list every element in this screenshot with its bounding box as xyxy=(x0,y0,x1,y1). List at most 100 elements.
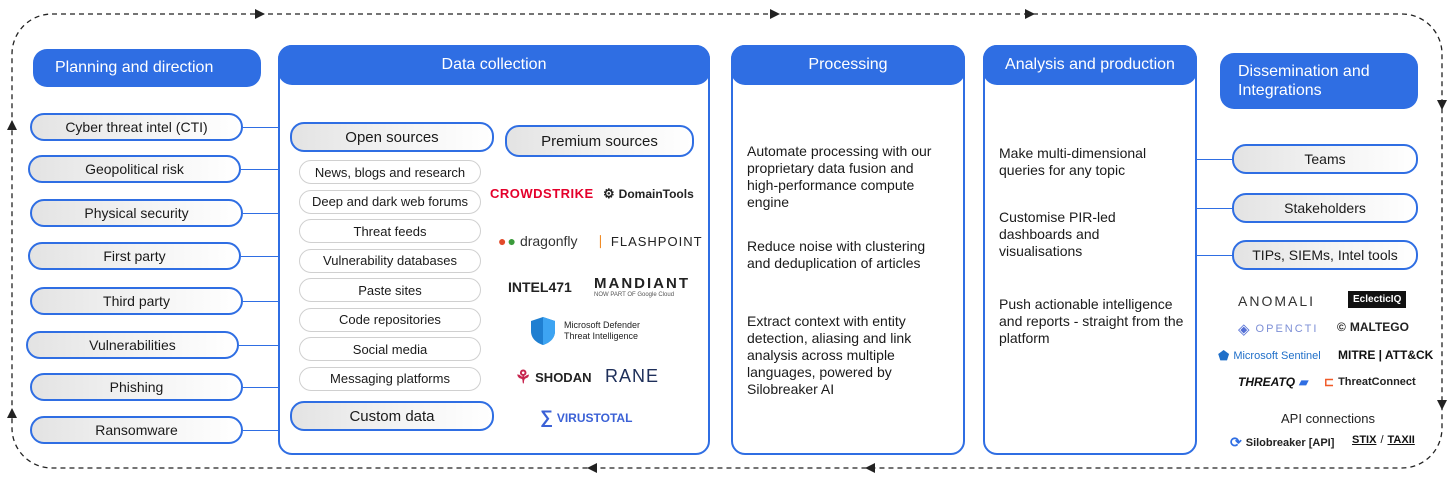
gear-icon: ⚙ xyxy=(603,186,615,201)
dissemination-item-label: TIPs, SIEMs, Intel tools xyxy=(1252,247,1398,263)
dissemination-title-line2: Integrations xyxy=(1238,82,1322,99)
connector-line xyxy=(243,301,278,302)
dissemination-item: Stakeholders xyxy=(1232,193,1418,223)
planning-item: Phishing xyxy=(30,373,243,401)
dissemination-title-line1: Dissemination and xyxy=(1238,63,1370,80)
open-source-item: News, blogs and research xyxy=(299,160,481,184)
maltego-logo: © MALTEGO xyxy=(1337,320,1409,334)
connector-line xyxy=(243,430,278,431)
processing-paragraph: Automate processing with our proprietary… xyxy=(747,143,932,210)
defender-sub-label: Threat Intelligence xyxy=(564,331,639,341)
connector-line xyxy=(241,169,278,170)
connector-line xyxy=(1197,255,1232,256)
data-collection-title: Data collection xyxy=(441,56,547,73)
dissemination-item: Teams xyxy=(1232,144,1418,174)
silobreaker-icon: ⟳ xyxy=(1230,434,1242,450)
mandiant-logo: MANDIANT NOW PART OF Google Cloud xyxy=(594,275,690,298)
open-source-label: Paste sites xyxy=(358,282,422,298)
premium-sources-label: Premium sources xyxy=(541,132,658,150)
open-source-item: Vulnerability databases xyxy=(299,248,481,273)
stix-taxii-logo: STIX / TAXII xyxy=(1352,434,1415,446)
mandiant-label: MANDIANT xyxy=(594,275,690,292)
arrow-right-icon xyxy=(255,9,265,19)
microsoft-sentinel-logo: ⬟ Microsoft Sentinel xyxy=(1218,348,1321,364)
opencti-label: OPENCTI xyxy=(1255,323,1319,335)
opencti-logo: ◈ OPENCTI xyxy=(1238,320,1318,338)
connector-line xyxy=(241,256,278,257)
flame-icon: ❘ xyxy=(595,233,607,248)
open-source-label: Messaging platforms xyxy=(330,371,450,386)
planning-header: Planning and direction xyxy=(33,49,261,87)
planning-item: Physical security xyxy=(30,199,243,227)
analysis-header: Analysis and production xyxy=(983,45,1197,85)
stix-label: STIX xyxy=(1352,434,1377,446)
virustotal-logo: ∑ VIRUSTOTAL xyxy=(540,407,632,428)
open-source-item: Deep and dark web forums xyxy=(299,189,481,214)
eclecticiq-logo: EclecticIQ xyxy=(1348,291,1407,308)
dragonfly-label: dragonfly xyxy=(519,233,578,249)
shodan-label: SHODAN xyxy=(535,370,592,385)
open-source-label: Deep and dark web forums xyxy=(311,194,469,209)
planning-item-label: Geopolitical risk xyxy=(85,161,184,177)
dissemination-item-label: Stakeholders xyxy=(1284,200,1366,216)
planning-title: Planning and direction xyxy=(55,59,214,76)
virustotal-label: VIRUSTOTAL xyxy=(556,410,633,425)
processing-header: Processing xyxy=(731,45,965,85)
analysis-paragraph: Make multi-dimensional queries for any t… xyxy=(999,145,1147,178)
open-source-item: Paste sites xyxy=(299,278,481,302)
dragonfly-icon: ● xyxy=(498,233,507,249)
crowdstrike-logo: CROWDSTRIKE xyxy=(490,186,594,201)
planning-item: Ransomware xyxy=(30,416,243,444)
planning-item: Cyber threat intel (CTI) xyxy=(30,113,243,141)
threatq-logo: THREATQ ▰ xyxy=(1238,375,1308,389)
threatconnect-icon: ⊏ xyxy=(1324,375,1335,389)
planning-item: Third party xyxy=(30,287,243,315)
defender-label: Microsoft Defender xyxy=(564,320,641,330)
silobreaker-api-label: Silobreaker [API] xyxy=(1245,436,1335,449)
taxii-label: TAXII xyxy=(1387,434,1415,446)
processing-title: Processing xyxy=(808,56,888,73)
intel471-logo: INTEL471 xyxy=(508,279,572,295)
analysis-paragraph: Push actionable intelligence and reports… xyxy=(999,296,1184,346)
connector-line xyxy=(1197,208,1232,209)
domaintools-label: DomainTools xyxy=(618,187,694,201)
microsoft-defender-logo: Microsoft Defender Threat Intelligence xyxy=(530,316,640,346)
sentinel-label: Microsoft Sentinel xyxy=(1233,350,1321,362)
dragonfly-logo: ● ● dragonfly xyxy=(498,233,578,249)
dissemination-item-label: Teams xyxy=(1304,151,1346,167)
api-connections-label: API connections xyxy=(1281,411,1375,426)
dissemination-header: Dissemination and Integrations xyxy=(1220,53,1418,109)
threatconnect-logo: ⊏ ThreatConnect xyxy=(1324,375,1416,389)
open-source-label: Vulnerability databases xyxy=(323,253,457,268)
planning-item-label: Third party xyxy=(103,293,170,309)
maltego-icon: © xyxy=(1337,320,1346,334)
planning-item-label: Cyber threat intel (CTI) xyxy=(65,119,208,135)
custom-data-pill: Custom data xyxy=(290,401,494,431)
planning-item-label: Ransomware xyxy=(95,422,178,438)
data-collection-header: Data collection xyxy=(278,45,710,85)
connector-line xyxy=(243,127,278,128)
connector-line xyxy=(1197,159,1232,160)
premium-sources-pill: Premium sources xyxy=(505,125,694,157)
mitre-attack-logo: MITRE | ATT&CK xyxy=(1338,348,1433,362)
arrow-up-icon xyxy=(7,120,17,130)
opencti-icon: ◈ xyxy=(1238,321,1252,338)
open-source-item: Messaging platforms xyxy=(299,366,481,391)
flashpoint-label: FLASHPOINT xyxy=(610,233,703,249)
intel471-label: INTEL471 xyxy=(508,279,572,295)
flashpoint-logo: ❘ FLASHPOINT xyxy=(595,233,703,249)
sigma-icon: ∑ xyxy=(540,407,553,427)
planning-item-label: Vulnerabilities xyxy=(89,337,176,353)
planning-item: Vulnerabilities xyxy=(26,331,239,359)
shield-icon xyxy=(531,317,555,345)
rhino-icon: ▰ xyxy=(1299,375,1309,389)
anomali-logo: ANOMALI xyxy=(1238,293,1315,309)
open-source-label: News, blogs and research xyxy=(314,164,466,180)
planning-item-label: First party xyxy=(103,248,166,264)
planning-item: Geopolitical risk xyxy=(28,155,241,183)
mandiant-sub-label: NOW PART OF Google Cloud xyxy=(594,292,675,298)
connector-line xyxy=(243,213,278,214)
open-source-label: Social media xyxy=(352,341,428,357)
open-source-label: Threat feeds xyxy=(353,223,427,239)
connector-line xyxy=(239,345,278,346)
